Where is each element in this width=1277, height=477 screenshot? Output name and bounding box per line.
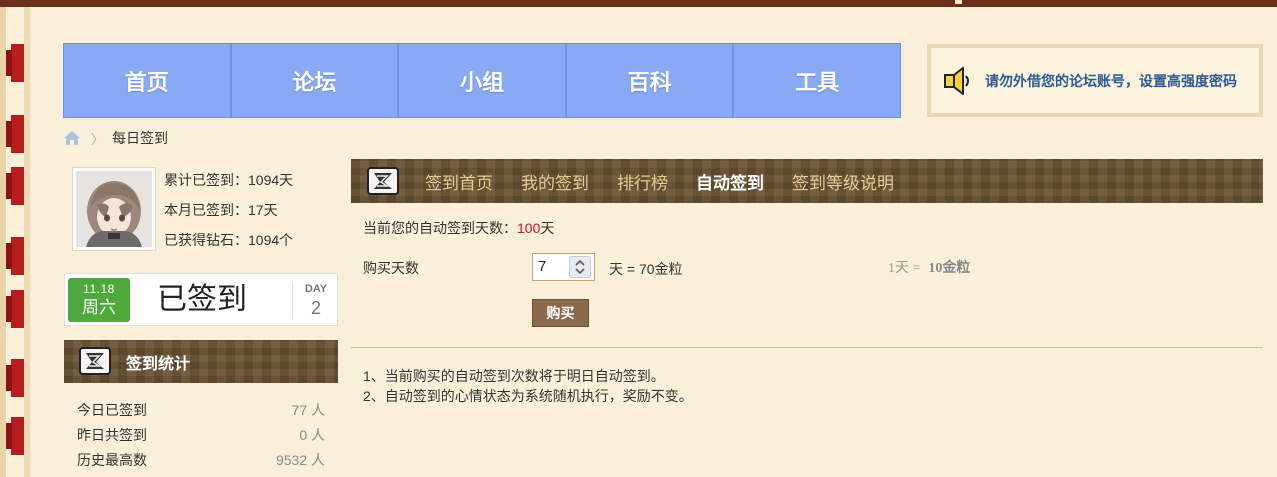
border-brick bbox=[6, 167, 24, 205]
tabs: 签到首页 我的签到 排行榜 自动签到 签到等级说明 bbox=[425, 159, 922, 203]
nav-item-wiki[interactable]: 百科 bbox=[567, 44, 735, 117]
site-logo-icon bbox=[367, 167, 399, 195]
nav-item-forum[interactable]: 论坛 bbox=[232, 44, 400, 117]
breadcrumb: 〉 每日签到 bbox=[63, 128, 168, 148]
tab-auto-sign[interactable]: 自动签到 bbox=[696, 169, 764, 194]
top-bar bbox=[0, 0, 1277, 7]
quantity-value[interactable]: 7 bbox=[538, 258, 546, 275]
sign-date: 11.18 bbox=[83, 282, 115, 296]
note-item: 2、自动签到的心情状态为系统随机执行，奖励不变。 bbox=[363, 388, 693, 404]
sign-tab-bar: 签到首页 我的签到 排行榜 自动签到 签到等级说明 bbox=[351, 159, 1263, 203]
stats-row: 今日已签到 77 人 bbox=[77, 399, 325, 424]
tab-my-sign[interactable]: 我的签到 bbox=[521, 169, 589, 194]
border-stripe bbox=[24, 7, 30, 477]
unit-price-prefix: 1天 = bbox=[888, 261, 921, 276]
nav-item-home[interactable]: 首页 bbox=[64, 44, 232, 117]
stats-row-value: 0 人 bbox=[299, 427, 325, 443]
tab-level-info[interactable]: 签到等级说明 bbox=[792, 169, 894, 194]
side-stats-list: 今日已签到 77 人 昨日共签到 0 人 历史最高数 9532 人 bbox=[77, 399, 325, 474]
month-signed: 本月已签到：17天 bbox=[164, 202, 278, 218]
notes: 1、当前购买的自动签到次数将于明日自动签到。 2、自动签到的心情状态为系统随机执… bbox=[363, 366, 693, 406]
stats-row-value: 77 人 bbox=[291, 402, 325, 418]
stats-row-label: 今日已签到 bbox=[77, 402, 147, 418]
nav-item-group[interactable]: 小组 bbox=[399, 44, 567, 117]
auto-sign-days: 当前您的自动签到天数：100天 bbox=[363, 218, 554, 238]
day-label: DAY bbox=[304, 283, 328, 295]
side-stats-title: 签到统计 bbox=[126, 356, 191, 373]
content-divider bbox=[351, 347, 1263, 348]
tab-sign-home[interactable]: 签到首页 bbox=[425, 169, 493, 194]
nav-item-tools[interactable]: 工具 bbox=[734, 44, 900, 117]
breadcrumb-current: 每日签到 bbox=[112, 130, 169, 146]
diamonds-earned: 已获得钻石：1094个 bbox=[164, 232, 294, 248]
border-brick bbox=[6, 44, 24, 82]
top-bar-notch bbox=[955, 0, 962, 4]
buy-button[interactable]: 购买 bbox=[532, 299, 589, 327]
border-brick bbox=[6, 359, 24, 397]
total-signed: 累计已签到：1094天 bbox=[164, 172, 294, 188]
signed-status: 已签到 bbox=[157, 283, 247, 316]
left-decorative-border bbox=[0, 7, 30, 477]
notice-text: 请勿外借您的论坛账号，设置高强度密码 bbox=[985, 72, 1237, 89]
main-nav: 首页 论坛 小组 百科 工具 bbox=[63, 43, 901, 118]
tab-ranking[interactable]: 排行榜 bbox=[617, 169, 668, 194]
site-logo-icon bbox=[79, 347, 111, 375]
day-counter: DAY 2 bbox=[297, 282, 335, 320]
border-brick bbox=[6, 237, 24, 275]
border-brick bbox=[6, 290, 24, 328]
total-price: 天 = 70金粒 bbox=[609, 261, 683, 277]
home-icon[interactable] bbox=[63, 130, 81, 146]
chevron-up-down-icon bbox=[575, 259, 585, 275]
spinner-buttons[interactable] bbox=[569, 256, 591, 278]
stats-row: 历史最高数 9532 人 bbox=[77, 449, 325, 474]
auto-days-prefix: 当前您的自动签到天数： bbox=[363, 220, 517, 236]
stats-row: 昨日共签到 0 人 bbox=[77, 424, 325, 449]
breadcrumb-separator: 〉 bbox=[91, 131, 105, 147]
buy-days-label: 购买天数 bbox=[363, 260, 419, 276]
stats-row-label: 历史最高数 bbox=[77, 452, 147, 468]
user-stats: 累计已签到：1094天 本月已签到：17天 已获得钻石：1094个 bbox=[164, 168, 293, 258]
speaker-icon bbox=[944, 66, 969, 95]
border-brick bbox=[6, 115, 24, 153]
date-box: 11.18 周六 bbox=[68, 278, 130, 322]
auto-days-value: 100 bbox=[517, 220, 541, 236]
border-brick bbox=[6, 417, 24, 455]
avatar-image bbox=[76, 171, 152, 247]
sign-status-badge: 11.18 周六 已签到 DAY 2 bbox=[64, 273, 338, 326]
stats-row-value: 9532 人 bbox=[275, 452, 325, 468]
auto-days-suffix: 天 bbox=[540, 220, 555, 236]
unit-price-value: 10金粒 bbox=[928, 261, 971, 276]
stats-row-label: 昨日共签到 bbox=[77, 427, 147, 443]
day-divider bbox=[292, 283, 293, 319]
page: 首页 论坛 小组 百科 工具 请勿外借您的论坛账号，设置高强度密码 〉 每日签到 bbox=[0, 0, 1277, 477]
day-count: 2 bbox=[310, 298, 321, 318]
unit-price: 1天 = 10金粒 bbox=[888, 257, 970, 277]
sign-weekday: 周六 bbox=[82, 298, 116, 317]
quantity-stepper[interactable]: 7 bbox=[532, 253, 595, 281]
notice-banner: 请勿外借您的论坛账号，设置高强度密码 bbox=[927, 44, 1263, 117]
note-item: 1、当前购买的自动签到次数将于明日自动签到。 bbox=[363, 368, 665, 384]
avatar[interactable] bbox=[72, 167, 156, 251]
side-stats-header: 签到统计 bbox=[64, 340, 338, 383]
